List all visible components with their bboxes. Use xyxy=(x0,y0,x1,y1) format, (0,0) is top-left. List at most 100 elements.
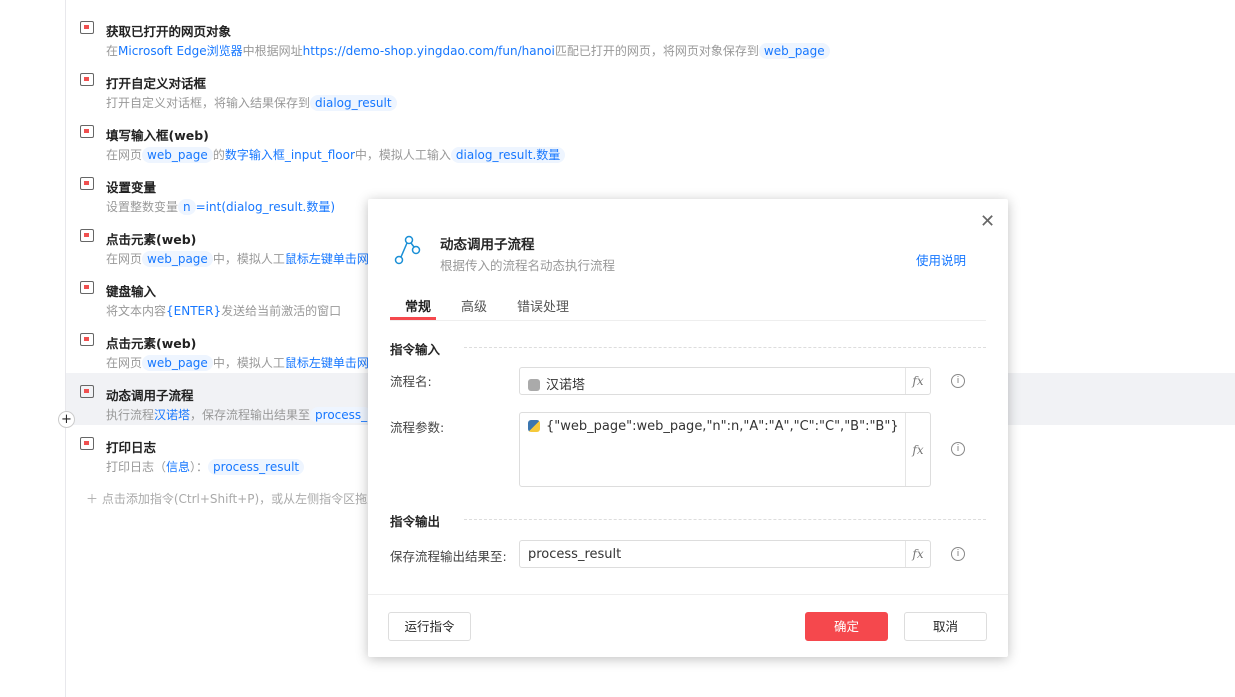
dialog-title: 动态调用子流程 xyxy=(440,237,535,253)
desc-part: 设置整数变量 xyxy=(106,200,179,214)
insert-step-button[interactable]: + xyxy=(58,411,75,428)
tab-general[interactable]: 常规 xyxy=(405,296,431,315)
section-input-title: 指令输入 xyxy=(390,342,441,357)
fx-icon[interactable]: fx xyxy=(905,413,930,486)
desc-part: dialog_result.数量 xyxy=(450,147,566,163)
step-title: 填写输入框(web) xyxy=(106,128,209,143)
desc-part: 在网页 xyxy=(106,148,143,162)
step-title: 点击元素(web) xyxy=(106,336,197,351)
step-item[interactable]: 打开自定义对话框打开自定义对话框，将输入结果保存到 dialog_result xyxy=(66,61,1235,113)
fx-icon[interactable]: fx xyxy=(905,368,930,394)
desc-part: n xyxy=(178,199,196,215)
step-item[interactable]: 填写输入框(web) 在网页 web_page 的数字输入框_input_floor中… xyxy=(66,113,1235,165)
desc-part: 打开自定义对话框，将输入结果保存到 xyxy=(106,96,311,110)
desc-part: 数字输入框_input_floor xyxy=(224,148,355,162)
python-icon xyxy=(528,420,540,432)
step-description: 将文本内容{ENTER}发送给当前激活的窗口 xyxy=(106,302,341,319)
process-params-input[interactable]: {"web_page":web_page,"n":n,"A":"A","C":"… xyxy=(519,412,931,487)
step-description: 执行流程汉诺塔，保存流程输出结果至 process_ xyxy=(106,406,373,423)
step-icon xyxy=(80,437,94,450)
desc-part: web_page xyxy=(758,43,830,59)
process-name-label: 流程名: xyxy=(390,374,432,389)
desc-part: =int(dialog_result.数量) xyxy=(195,200,336,214)
desc-part: 鼠标左键单击网 xyxy=(284,356,369,370)
step-icon xyxy=(80,229,94,242)
step-title: 动态调用子流程 xyxy=(106,388,194,403)
step-icon xyxy=(80,281,94,294)
tab-advanced[interactable]: 高级 xyxy=(461,296,487,315)
step-description: 在网页 web_page 中，模拟人工鼠标左键单击网 xyxy=(106,354,369,371)
step-description: 在Microsoft Edge浏览器中根据网址https://demo-shop… xyxy=(106,42,830,59)
confirm-button[interactable]: 确定 xyxy=(805,612,888,641)
desc-part: ）： xyxy=(190,460,209,474)
step-title: 设置变量 xyxy=(106,180,157,195)
desc-part: 中根据网址 xyxy=(242,44,303,58)
step-item[interactable]: 获取已打开的网页对象 在Microsoft Edge浏览器中根据网址https:/… xyxy=(66,9,1235,61)
step-description: 在网页 web_page 的数字输入框_input_floor中，模拟人工输入 dia… xyxy=(106,146,566,163)
section-output-title: 指令输出 xyxy=(390,514,441,529)
step-icon xyxy=(80,177,94,190)
step-icon xyxy=(80,73,94,86)
step-icon xyxy=(80,21,94,34)
process-params-label: 流程参数: xyxy=(390,420,445,435)
info-icon[interactable]: i xyxy=(951,374,965,388)
dialog-subtitle: 根据传入的流程名动态执行流程 xyxy=(440,258,616,273)
desc-part: 执行流程 xyxy=(106,408,155,422)
subflow-icon xyxy=(394,235,421,265)
output-variable-input[interactable]: process_result fx xyxy=(519,540,931,568)
desc-part: https://demo-shop.yingdao.com/fun/hanoi xyxy=(302,44,555,58)
step-description: 打开自定义对话框，将输入结果保存到 dialog_result xyxy=(106,94,397,111)
desc-part: {ENTER} xyxy=(166,304,222,318)
desc-part: web_page xyxy=(142,355,213,371)
desc-part: 匹配已打开的网页，将网页对象保存到 xyxy=(554,44,759,58)
help-link[interactable]: 使用说明 xyxy=(916,250,966,269)
fx-icon[interactable]: fx xyxy=(905,541,930,567)
close-icon[interactable]: ✕ xyxy=(980,211,995,232)
step-title: 键盘输入 xyxy=(106,284,157,299)
step-icon xyxy=(80,333,94,346)
desc-part: 中，模拟人工 xyxy=(212,252,285,266)
desc-part: process_result xyxy=(208,459,305,475)
step-description: 打印日志（信息）： process_result xyxy=(106,458,305,475)
step-title: 打开自定义对话框 xyxy=(106,76,207,91)
desc-part: 中，模拟人工 xyxy=(212,356,285,370)
output-label: 保存流程输出结果至: xyxy=(390,549,507,564)
step-icon xyxy=(80,125,94,138)
desc-part: web_page xyxy=(142,147,213,163)
desc-part: 在网页 xyxy=(106,252,143,266)
step-description: 在网页 web_page 中，模拟人工鼠标左键单击网 xyxy=(106,250,369,267)
plus-icon: ＋ xyxy=(86,492,102,506)
step-title: 获取已打开的网页对象 xyxy=(106,24,232,39)
step-icon xyxy=(80,385,94,398)
step-title: 打印日志 xyxy=(106,440,157,455)
python-icon xyxy=(528,379,540,391)
info-icon[interactable]: i xyxy=(951,547,965,561)
footer-divider xyxy=(368,594,1008,595)
subflow-dialog: ✕ 动态调用子流程 根据传入的流程名动态执行流程 使用说明 常规 高级 错误处理… xyxy=(368,199,1008,657)
cancel-button[interactable]: 取消 xyxy=(904,612,987,641)
desc-part: web_page xyxy=(142,251,213,267)
desc-part: Microsoft Edge浏览器 xyxy=(118,44,243,58)
desc-part: process_ xyxy=(310,407,373,423)
desc-part: 中，模拟人工输入 xyxy=(354,148,451,162)
tab-error-handling[interactable]: 错误处理 xyxy=(517,296,569,315)
info-icon[interactable]: i xyxy=(951,442,965,456)
desc-part: 的 xyxy=(212,148,225,162)
desc-part: 发送给当前激活的窗口 xyxy=(221,304,342,318)
desc-part: 打印日志（ xyxy=(106,460,167,474)
desc-part: 在 xyxy=(106,44,119,58)
step-description: 设置整数变量 n =int(dialog_result.数量) xyxy=(106,198,335,215)
step-title: 点击元素(web) xyxy=(106,232,197,247)
active-tab-indicator xyxy=(390,317,436,320)
desc-part: 汉诺塔 xyxy=(154,408,191,422)
desc-part: 在网页 xyxy=(106,356,143,370)
desc-part: ，保存流程输出结果至 xyxy=(190,408,311,422)
desc-part: 将文本内容 xyxy=(106,304,167,318)
run-command-button[interactable]: 运行指令 xyxy=(388,612,471,641)
tab-divider xyxy=(390,320,986,321)
desc-part: dialog_result xyxy=(310,95,397,111)
desc-part: 信息 xyxy=(166,460,191,474)
add-step-hint[interactable]: ＋ 点击添加指令(Ctrl+Shift+P)，或从左侧指令区拖入 xyxy=(86,490,379,507)
process-name-input[interactable]: 汉诺塔 fx xyxy=(519,367,931,395)
divider xyxy=(464,347,986,348)
